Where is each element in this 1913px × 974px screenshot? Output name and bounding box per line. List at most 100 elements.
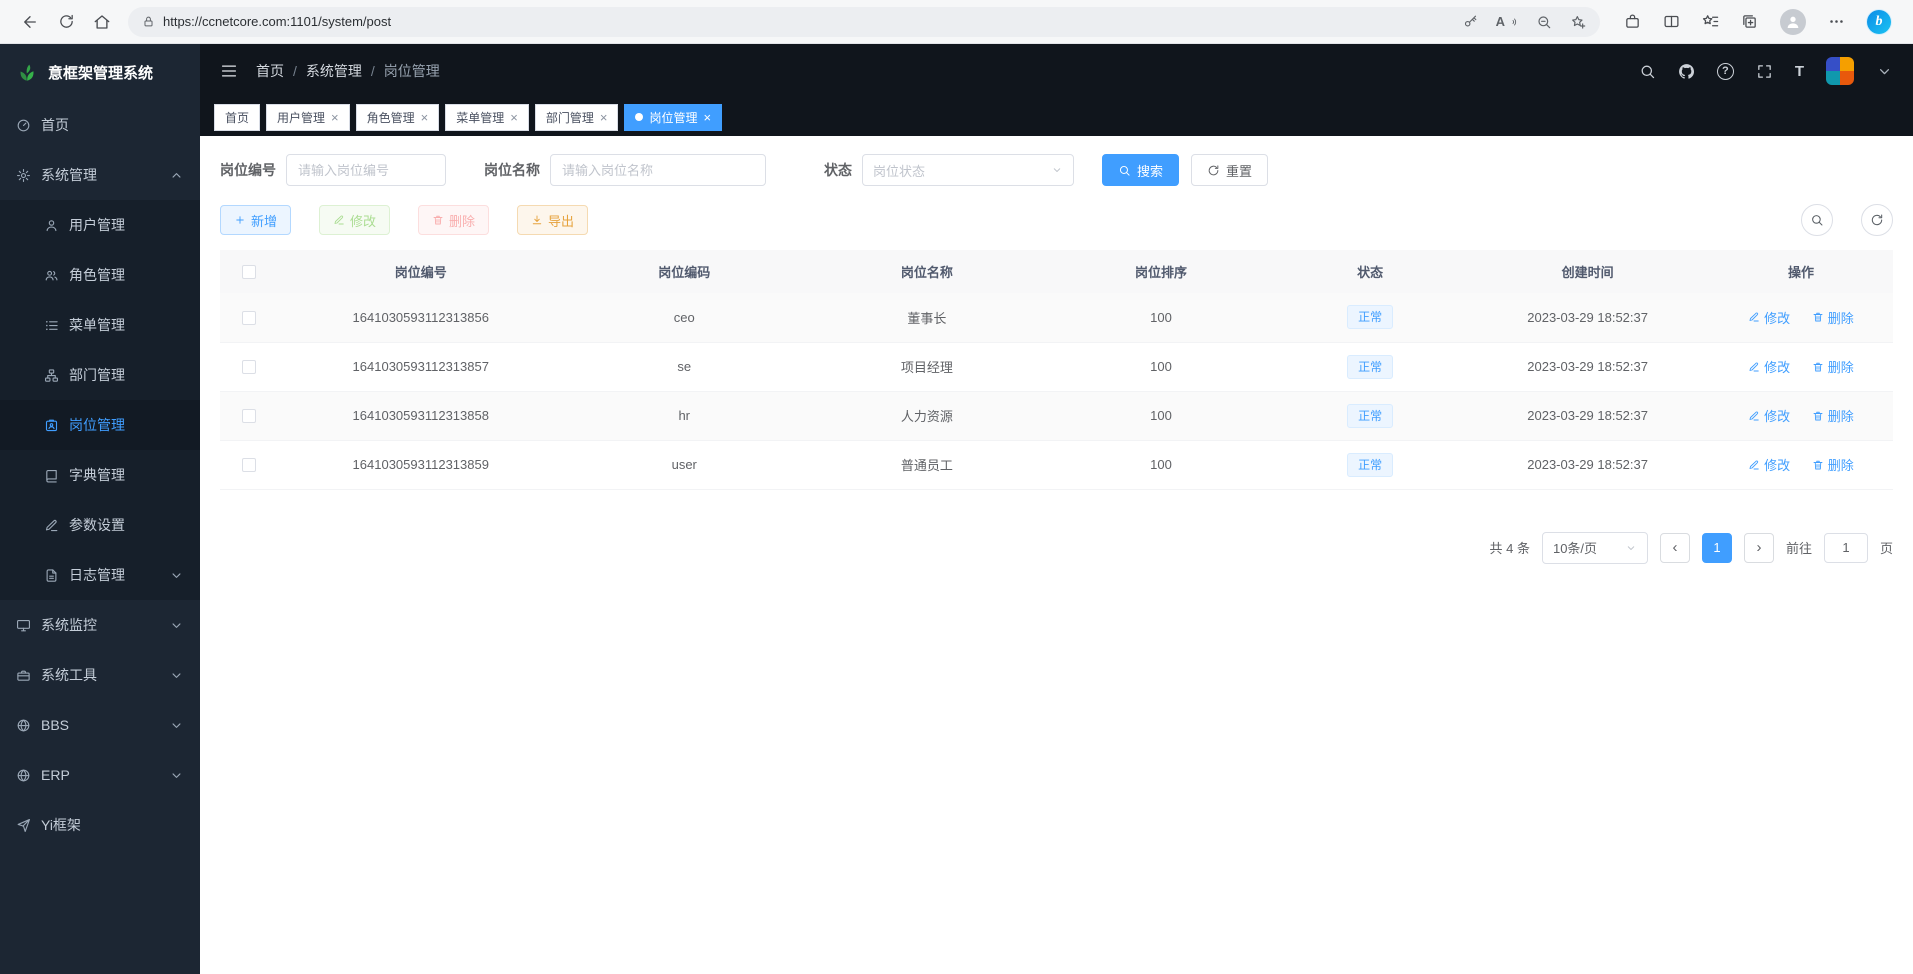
sidebar-item-label: 角色管理 [69, 265, 184, 285]
font-size-icon[interactable]: T [1795, 63, 1804, 80]
sidebar-item-bbs[interactable]: BBS [0, 700, 200, 750]
browser-back-button[interactable] [12, 6, 48, 38]
post-code-input[interactable] [286, 154, 446, 186]
tab-post-management[interactable]: 岗位管理 × [624, 104, 722, 131]
zoom-out-icon[interactable] [1536, 14, 1552, 30]
help-icon[interactable]: ? [1717, 63, 1734, 80]
sidebar-item-department-management[interactable]: 部门管理 [0, 350, 200, 400]
sidebar-item-label: 字典管理 [69, 465, 184, 485]
column-header-post-sort: 岗位排序 [1048, 250, 1274, 293]
sidebar-item-user-management[interactable]: 用户管理 [0, 200, 200, 250]
post-name-input[interactable] [550, 154, 766, 186]
bing-chat-icon[interactable]: b [1867, 10, 1891, 34]
goto-page-input[interactable] [1824, 533, 1868, 563]
reset-button[interactable]: 重置 [1191, 154, 1268, 186]
search-form: 岗位编号 岗位名称 状态 岗位状态 搜索 重置 [220, 154, 1893, 186]
sidebar-item-label: 系统管理 [41, 165, 159, 185]
select-all-checkbox[interactable] [242, 265, 256, 279]
tab-department-management[interactable]: 部门管理 × [535, 104, 619, 131]
export-button[interactable]: 导出 [517, 205, 588, 235]
row-checkbox[interactable] [242, 409, 256, 423]
add-button[interactable]: 新增 [220, 205, 291, 235]
sidebar-item-system-tools[interactable]: 系统工具 [0, 650, 200, 700]
status-select[interactable]: 岗位状态 [862, 154, 1074, 186]
sidebar-item-label: 参数设置 [69, 515, 184, 535]
refresh-table-button[interactable] [1861, 204, 1893, 236]
sidebar-item-role-management[interactable]: 角色管理 [0, 250, 200, 300]
sidebar-item-dictionary-management[interactable]: 字典管理 [0, 450, 200, 500]
collapse-sidebar-icon[interactable] [220, 62, 238, 80]
tab-close-icon[interactable]: × [703, 111, 711, 124]
row-delete-link[interactable]: 删除 [1812, 406, 1854, 425]
header-search-icon[interactable] [1639, 63, 1656, 80]
row-delete-link[interactable]: 删除 [1812, 357, 1854, 376]
browser-menu-icon[interactable] [1828, 13, 1845, 30]
row-delete-link[interactable]: 删除 [1812, 455, 1854, 474]
user-avatar[interactable] [1826, 57, 1854, 85]
url-text: https://ccnetcore.com:1101/system/post [163, 14, 391, 29]
tab-close-icon[interactable]: × [331, 111, 339, 124]
search-button[interactable]: 搜索 [1102, 154, 1179, 186]
edit-button[interactable]: 修改 [319, 205, 390, 235]
sidebar-item-parameter-settings[interactable]: 参数设置 [0, 500, 200, 550]
page-size-select[interactable]: 10条/页 [1542, 532, 1648, 564]
row-checkbox[interactable] [242, 458, 256, 472]
delete-button[interactable]: 删除 [418, 205, 489, 235]
column-header-actions: 操作 [1709, 250, 1893, 293]
sidebar-item-erp[interactable]: ERP [0, 750, 200, 800]
post-table: 岗位编号 岗位编码 岗位名称 岗位排序 状态 创建时间 操作 164103059… [220, 250, 1893, 490]
page-1-button[interactable]: 1 [1702, 533, 1732, 563]
favorites-bar-icon[interactable] [1702, 13, 1719, 30]
sidebar-item-system-management[interactable]: 系统管理 [0, 150, 200, 200]
read-aloud-icon[interactable]: A [1496, 14, 1518, 29]
browser-profile-avatar[interactable] [1780, 9, 1806, 35]
avatar-caret-icon[interactable] [1876, 63, 1893, 80]
tab-close-icon[interactable]: × [510, 111, 518, 124]
row-checkbox[interactable] [242, 360, 256, 374]
sidebar-item-label: 岗位管理 [69, 415, 184, 435]
password-key-icon[interactable] [1463, 14, 1478, 29]
sidebar-item-home[interactable]: 首页 [0, 100, 200, 150]
browser-actions: b [1614, 9, 1901, 35]
add-favorite-icon[interactable] [1570, 14, 1586, 30]
toggle-search-button[interactable] [1801, 204, 1833, 236]
row-checkbox[interactable] [242, 311, 256, 325]
breadcrumb-item-home[interactable]: 首页 [256, 61, 284, 81]
address-bar[interactable]: https://ccnetcore.com:1101/system/post A [128, 7, 1600, 37]
tab-close-icon[interactable]: × [421, 111, 429, 124]
tab-menu-management[interactable]: 菜单管理 × [445, 104, 529, 131]
cell-post-id: 1641030593112313858 [279, 391, 563, 440]
fullscreen-icon[interactable] [1756, 63, 1773, 80]
download-icon [531, 214, 543, 226]
split-screen-icon[interactable] [1663, 13, 1680, 30]
tab-close-icon[interactable]: × [600, 111, 608, 124]
status-badge: 正常 [1347, 355, 1393, 379]
tab-role-management[interactable]: 角色管理 × [356, 104, 440, 131]
sidebar-item-menu-management[interactable]: 菜单管理 [0, 300, 200, 350]
sidebar-item-post-management[interactable]: 岗位管理 [0, 400, 200, 450]
browser-refresh-button[interactable] [48, 6, 84, 38]
breadcrumb-item-system[interactable]: 系统管理 [306, 61, 362, 81]
sidebar-item-log-management[interactable]: 日志管理 [0, 550, 200, 600]
table-row: 1641030593112313857 se 项目经理 100 正常 2023-… [220, 342, 1893, 391]
row-edit-link[interactable]: 修改 [1748, 406, 1790, 425]
extensions-icon[interactable] [1624, 13, 1641, 30]
collections-icon[interactable] [1741, 13, 1758, 30]
row-delete-link[interactable]: 删除 [1812, 308, 1854, 327]
next-page-button[interactable]: › [1744, 533, 1774, 563]
row-edit-link[interactable]: 修改 [1748, 357, 1790, 376]
edit-pencil-icon [1748, 311, 1760, 323]
browser-home-button[interactable] [84, 6, 120, 38]
tag-views-bar: 首页 用户管理 × 角色管理 × 菜单管理 × 部门管理 × 岗位管理 × [200, 98, 1913, 136]
github-icon[interactable] [1678, 63, 1695, 80]
tab-home[interactable]: 首页 [214, 104, 260, 131]
sidebar-item-system-monitoring[interactable]: 系统监控 [0, 600, 200, 650]
row-edit-link[interactable]: 修改 [1748, 455, 1790, 474]
sidebar-item-label: ERP [41, 767, 159, 783]
prev-page-button[interactable]: ‹ [1660, 533, 1690, 563]
tab-user-management[interactable]: 用户管理 × [266, 104, 350, 131]
cell-post-id: 1641030593112313857 [279, 342, 563, 391]
sidebar-item-yi-framework[interactable]: Yi框架 [0, 800, 200, 850]
cell-post-sort: 100 [1048, 391, 1274, 440]
row-edit-link[interactable]: 修改 [1748, 308, 1790, 327]
